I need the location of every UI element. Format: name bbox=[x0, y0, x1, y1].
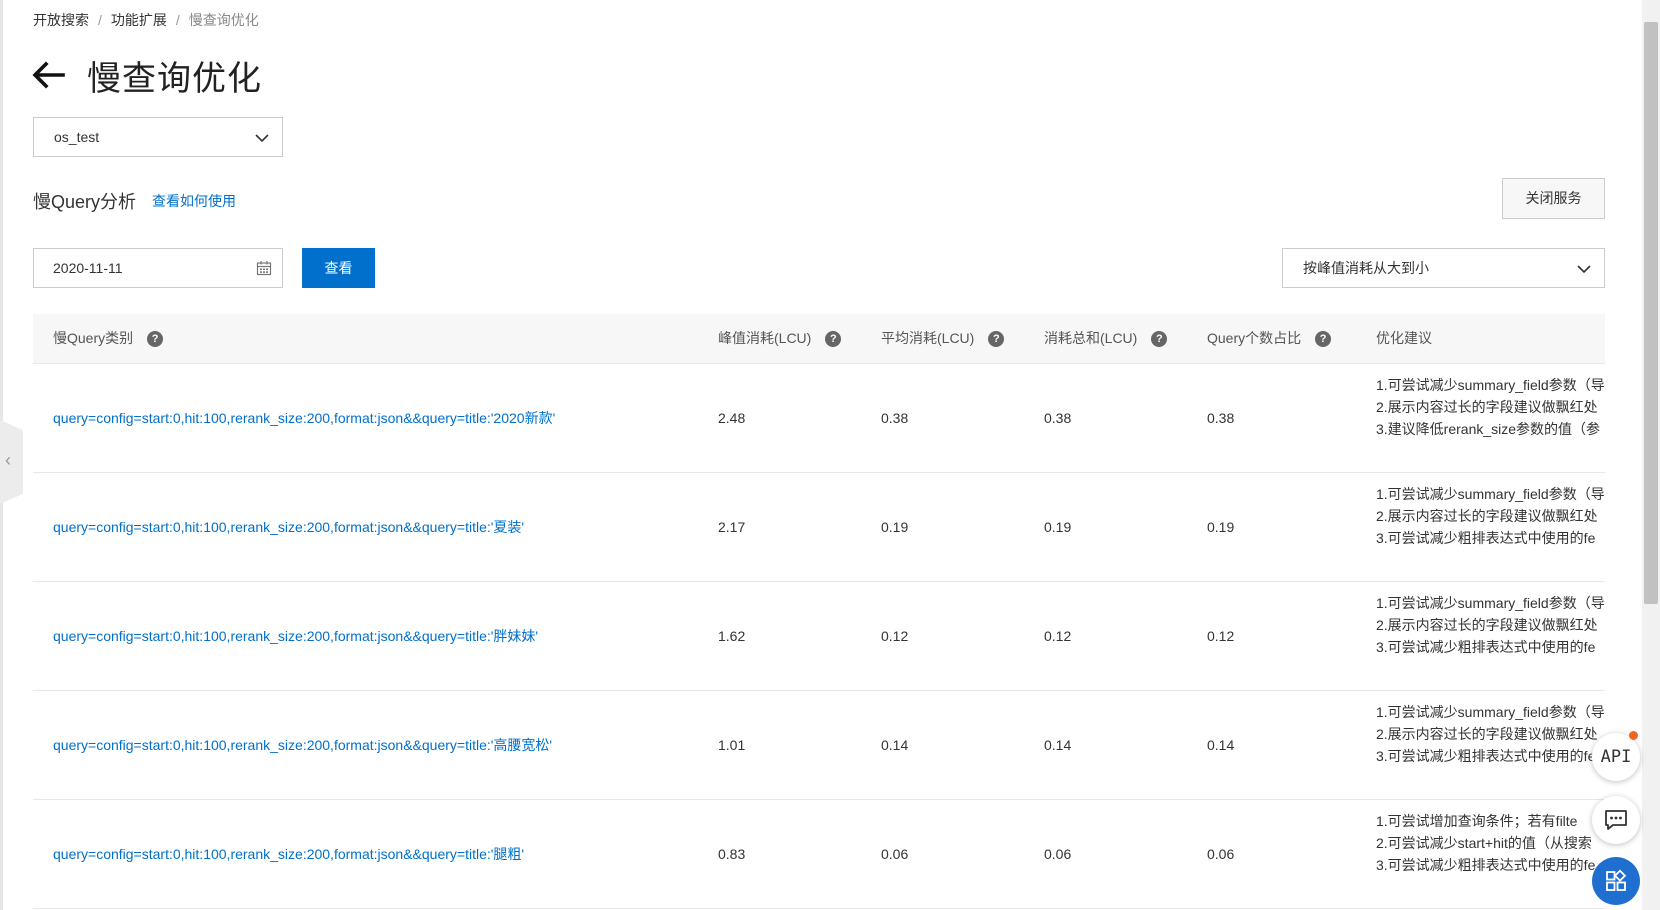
column-header-peak: 峰值消耗(LCU)? bbox=[718, 314, 842, 363]
column-header-avg: 平均消耗(LCU)? bbox=[881, 314, 1005, 363]
back-arrow-icon[interactable] bbox=[31, 61, 65, 89]
query-link[interactable]: query=config=start:0,hit:100,rerank_size… bbox=[53, 473, 524, 581]
cell-total: 0.12 bbox=[1044, 628, 1072, 644]
apps-button[interactable] bbox=[1592, 857, 1640, 905]
calendar-icon bbox=[256, 261, 272, 276]
suggestion-item: 3.可尝试减少粗排表达式中使用的fe bbox=[1376, 530, 1596, 546]
date-picker[interactable]: 2020-11-11 bbox=[33, 248, 283, 288]
query-link[interactable]: query=config=start:0,hit:100,rerank_size… bbox=[53, 582, 538, 690]
breadcrumb-item-extensions[interactable]: 功能扩展 bbox=[111, 12, 167, 28]
query-link[interactable]: query=config=start:0,hit:100,rerank_size… bbox=[53, 691, 552, 799]
query-link[interactable]: query=config=start:0,hit:100,rerank_size… bbox=[53, 800, 524, 908]
table-header: 慢Query类别? 峰值消耗(LCU)? 平均消耗(LCU)? 消耗总和(LCU… bbox=[33, 314, 1605, 364]
breadcrumb-item-open-search[interactable]: 开放搜索 bbox=[33, 12, 89, 28]
cell-peak: 0.83 bbox=[718, 846, 746, 862]
suggestion-item: 3.可尝试减少粗排表达式中使用的fe bbox=[1376, 857, 1596, 873]
table-row: query=config=start:0,hit:100,rerank_size… bbox=[33, 582, 1605, 691]
scrollbar-thumb[interactable] bbox=[1644, 22, 1658, 604]
sidebar-collapse-tab[interactable]: ‹ bbox=[0, 420, 23, 504]
table-body: query=config=start:0,hit:100,rerank_size… bbox=[33, 364, 1605, 909]
close-service-button[interactable]: 关闭服务 bbox=[1502, 178, 1605, 219]
column-header-ratio: Query个数占比? bbox=[1207, 314, 1332, 363]
notification-dot bbox=[1629, 731, 1638, 740]
cell-peak: 2.17 bbox=[718, 519, 746, 535]
suggestion-list: 1.可尝试减少summary_field参数（导 2.展示内容过长的字段建议做飘红… bbox=[1376, 592, 1605, 658]
api-icon: API bbox=[1600, 747, 1632, 767]
suggestion-item: 2.可尝试减少start+hit的值（从搜索 bbox=[1376, 835, 1592, 851]
suggestion-item: 1.可尝试减少summary_field参数（导 bbox=[1376, 486, 1605, 502]
table-row: query=config=start:0,hit:100,rerank_size… bbox=[33, 691, 1605, 800]
page-title: 慢查询优化 bbox=[87, 59, 262, 98]
help-icon[interactable]: ? bbox=[825, 330, 842, 347]
cell-total: 0.38 bbox=[1044, 410, 1072, 426]
app-select[interactable]: os_test bbox=[33, 117, 283, 157]
section-title: 慢Query分析 bbox=[33, 192, 137, 212]
cell-total: 0.19 bbox=[1044, 519, 1072, 535]
cell-ratio: 0.19 bbox=[1207, 519, 1235, 535]
suggestion-list: 1.可尝试减少summary_field参数（导 2.展示内容过长的字段建议做飘红… bbox=[1376, 701, 1605, 767]
column-header-suggestion: 优化建议 bbox=[1376, 330, 1432, 346]
table-row: query=config=start:0,hit:100,rerank_size… bbox=[33, 800, 1605, 909]
sort-select-value: 按峰值消耗从大到小 bbox=[1303, 260, 1429, 276]
date-value: 2020-11-11 bbox=[53, 260, 123, 276]
chevron-down-icon bbox=[255, 134, 269, 143]
column-header-total: 消耗总和(LCU)? bbox=[1044, 314, 1168, 363]
chevron-down-icon bbox=[1577, 265, 1591, 274]
suggestion-item: 2.展示内容过长的字段建议做飘红处 bbox=[1376, 617, 1598, 633]
help-icon[interactable]: ? bbox=[1151, 330, 1168, 347]
suggestion-item: 1.可尝试减少summary_field参数（导 bbox=[1376, 377, 1605, 393]
suggestion-item: 2.展示内容过长的字段建议做飘红处 bbox=[1376, 726, 1598, 742]
suggestion-item: 1.可尝试减少summary_field参数（导 bbox=[1376, 595, 1605, 611]
feedback-button[interactable] bbox=[1592, 796, 1640, 844]
suggestion-item: 3.可尝试减少粗排表达式中使用的fe bbox=[1376, 639, 1596, 655]
suggestion-item: 2.展示内容过长的字段建议做飘红处 bbox=[1376, 508, 1598, 524]
cell-avg: 0.38 bbox=[881, 410, 909, 426]
cell-peak: 1.01 bbox=[718, 737, 746, 753]
app-select-value: os_test bbox=[54, 129, 100, 145]
cell-ratio: 0.12 bbox=[1207, 628, 1235, 644]
sort-select[interactable]: 按峰值消耗从大到小 bbox=[1282, 248, 1605, 288]
help-icon[interactable]: ? bbox=[1315, 330, 1332, 347]
cell-avg: 0.06 bbox=[881, 846, 909, 862]
column-header-query-type: 慢Query类别? bbox=[53, 314, 164, 363]
help-link[interactable]: 查看如何使用 bbox=[152, 191, 236, 211]
help-icon[interactable]: ? bbox=[147, 330, 164, 347]
api-button[interactable]: API bbox=[1592, 731, 1640, 781]
scrollbar[interactable] bbox=[1642, 0, 1660, 910]
cell-total: 0.14 bbox=[1044, 737, 1072, 753]
cell-ratio: 0.06 bbox=[1207, 846, 1235, 862]
query-button[interactable]: 查看 bbox=[302, 248, 375, 288]
apps-icon bbox=[1606, 869, 1627, 891]
cell-total: 0.06 bbox=[1044, 846, 1072, 862]
suggestion-item: 3.可尝试减少粗排表达式中使用的fe bbox=[1376, 748, 1596, 764]
cell-ratio: 0.38 bbox=[1207, 410, 1235, 426]
help-icon[interactable]: ? bbox=[988, 330, 1005, 347]
query-link[interactable]: query=config=start:0,hit:100,rerank_size… bbox=[53, 364, 555, 472]
breadcrumb: 开放搜索 / 功能扩展 / 慢查询优化 bbox=[33, 12, 259, 28]
suggestion-list: 1.可尝试增加查询条件；若有filte 2.可尝试减少start+hit的值（从搜… bbox=[1376, 810, 1605, 876]
table-row: query=config=start:0,hit:100,rerank_size… bbox=[33, 473, 1605, 582]
cell-peak: 2.48 bbox=[718, 410, 746, 426]
suggestion-item: 3.建议降低rerank_size参数的值（参 bbox=[1376, 421, 1601, 437]
suggestion-list: 1.可尝试减少summary_field参数（导 2.展示内容过长的字段建议做飘红… bbox=[1376, 483, 1605, 549]
cell-peak: 1.62 bbox=[718, 628, 746, 644]
cell-avg: 0.12 bbox=[881, 628, 909, 644]
cell-avg: 0.14 bbox=[881, 737, 909, 753]
table-row: query=config=start:0,hit:100,rerank_size… bbox=[33, 364, 1605, 473]
breadcrumb-item-current: 慢查询优化 bbox=[188, 12, 259, 28]
feedback-icon bbox=[1605, 810, 1627, 830]
slow-query-table: 慢Query类别? 峰值消耗(LCU)? 平均消耗(LCU)? 消耗总和(LCU… bbox=[33, 314, 1605, 909]
suggestion-item: 1.可尝试减少summary_field参数（导 bbox=[1376, 704, 1605, 720]
suggestion-list: 1.可尝试减少summary_field参数（导 2.展示内容过长的字段建议做飘红… bbox=[1376, 374, 1605, 440]
cell-ratio: 0.14 bbox=[1207, 737, 1235, 753]
suggestion-item: 1.可尝试增加查询条件；若有filte bbox=[1376, 813, 1578, 829]
title-row: 慢查询优化 bbox=[31, 52, 262, 98]
chevron-left-icon: ‹ bbox=[5, 450, 11, 470]
cell-avg: 0.19 bbox=[881, 519, 909, 535]
suggestion-item: 2.展示内容过长的字段建议做飘红处 bbox=[1376, 399, 1598, 415]
